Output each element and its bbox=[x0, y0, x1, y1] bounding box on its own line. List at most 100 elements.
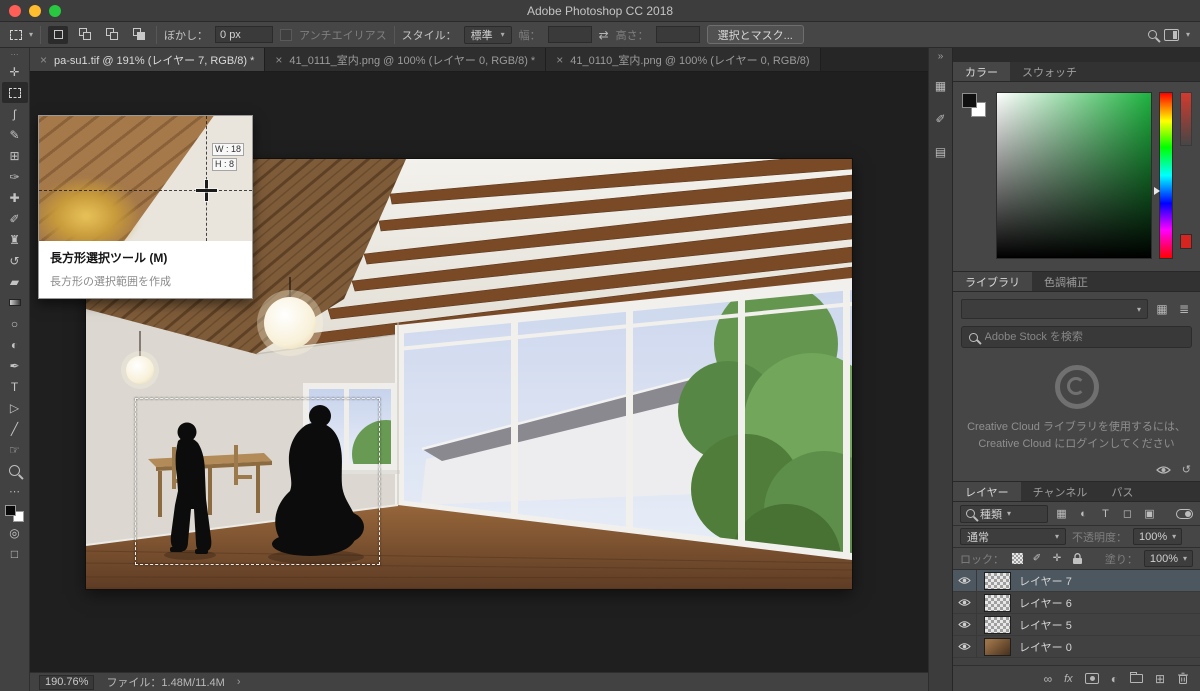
tab-color[interactable]: カラー bbox=[953, 62, 1010, 81]
close-window-button[interactable] bbox=[9, 4, 21, 17]
library-search-input[interactable] bbox=[984, 331, 1184, 343]
rectangular-marquee-tool[interactable] bbox=[1, 82, 28, 103]
list-view-icon[interactable]: ≣ bbox=[1176, 302, 1192, 316]
chevron-down-icon[interactable]: ▾ bbox=[1186, 30, 1190, 39]
foreground-color-chip[interactable] bbox=[962, 93, 977, 108]
tab-layers[interactable]: レイヤー bbox=[953, 482, 1021, 501]
path-selection-tool[interactable]: ▷ bbox=[2, 397, 28, 418]
close-tab-icon[interactable]: × bbox=[556, 53, 563, 67]
hue-slider[interactable] bbox=[1154, 92, 1173, 259]
layer-visibility-toggle[interactable] bbox=[953, 614, 977, 635]
pen-tool[interactable]: ✒ bbox=[2, 355, 28, 376]
filter-type-layers-icon[interactable]: T bbox=[1097, 506, 1114, 522]
lock-position-icon[interactable]: ✛ bbox=[1050, 552, 1064, 566]
layer-visibility-toggle[interactable] bbox=[953, 636, 977, 657]
zoom-level-field[interactable]: 190.76% bbox=[39, 674, 95, 690]
dodge-tool[interactable]: ◐ bbox=[2, 334, 28, 355]
tool-preset-arrow-icon[interactable]: ▾ bbox=[29, 30, 33, 39]
layer-thumbnail[interactable] bbox=[984, 637, 1011, 656]
history-brush-tool[interactable]: ↺ bbox=[2, 250, 28, 271]
opacity-select[interactable]: 100% ▾ bbox=[1133, 528, 1183, 545]
collapsed-panel-icon-2[interactable]: ✐ bbox=[932, 110, 950, 128]
lock-pixels-icon[interactable]: ✐ bbox=[1030, 552, 1044, 566]
sync-icon[interactable]: ↺ bbox=[1182, 463, 1191, 476]
eye-icon[interactable] bbox=[1155, 465, 1171, 475]
rectangle-tool[interactable]: ╱ bbox=[2, 418, 28, 439]
blend-mode-select[interactable]: 通常 ▾ bbox=[960, 528, 1066, 545]
type-tool[interactable]: T bbox=[2, 376, 28, 397]
foreground-background-colors[interactable] bbox=[5, 505, 24, 522]
document-tab[interactable]: × pa-su1.tif @ 191% (レイヤー 7, RGB/8) * bbox=[30, 48, 266, 71]
new-selection-mode-button[interactable] bbox=[48, 25, 69, 44]
select-and-mask-button[interactable]: 選択とマスク... bbox=[706, 25, 804, 44]
close-tab-icon[interactable]: × bbox=[275, 53, 282, 67]
style-select[interactable]: 標準 ▾ bbox=[463, 25, 512, 44]
warning-color-swatch[interactable] bbox=[1180, 234, 1192, 249]
layer-name[interactable]: レイヤー 6 bbox=[1019, 595, 1072, 611]
color-ramp-gradient[interactable] bbox=[1180, 92, 1192, 146]
layer-name[interactable]: レイヤー 5 bbox=[1019, 617, 1072, 633]
status-options-icon[interactable]: › bbox=[237, 676, 241, 688]
new-group-icon[interactable] bbox=[1129, 672, 1143, 683]
add-to-selection-mode-button[interactable] bbox=[75, 26, 95, 44]
foreground-color-swatch[interactable] bbox=[5, 505, 16, 516]
layer-style-icon[interactable]: fx bbox=[1064, 673, 1073, 685]
library-select[interactable]: ▾ bbox=[961, 299, 1148, 319]
hue-slider-marker[interactable] bbox=[1154, 187, 1160, 196]
screen-mode-button[interactable]: □ bbox=[2, 543, 28, 564]
layer-visibility-toggle[interactable] bbox=[953, 592, 977, 613]
feather-input[interactable] bbox=[215, 26, 274, 43]
lock-transparency-icon[interactable] bbox=[1011, 553, 1023, 564]
lock-all-icon[interactable] bbox=[1070, 552, 1084, 566]
layer-thumbnail[interactable] bbox=[984, 571, 1011, 590]
zoom-window-button[interactable] bbox=[49, 4, 61, 17]
intersect-selection-mode-button[interactable] bbox=[129, 26, 149, 44]
crop-tool[interactable]: ⊞ bbox=[2, 145, 28, 166]
layer-filter-select[interactable]: 種類 ▾ bbox=[960, 504, 1048, 523]
new-layer-icon[interactable]: ⊞ bbox=[1155, 672, 1165, 686]
collapsed-panel-icon-1[interactable]: ▦ bbox=[932, 77, 950, 95]
workspace-switcher-icon[interactable] bbox=[1163, 28, 1179, 41]
eyedropper-tool[interactable]: ✑ bbox=[2, 166, 28, 187]
search-icon[interactable] bbox=[1147, 30, 1157, 39]
delete-layer-icon[interactable] bbox=[1177, 672, 1189, 685]
close-tab-icon[interactable]: × bbox=[40, 53, 47, 67]
layer-thumbnail[interactable] bbox=[984, 615, 1011, 634]
zoom-tool[interactable] bbox=[2, 460, 28, 481]
tab-channels[interactable]: チャンネル bbox=[1021, 482, 1100, 501]
add-mask-icon[interactable] bbox=[1084, 673, 1099, 684]
document-tab[interactable]: × 41_0111_室内.png @ 100% (レイヤー 0, RGB/8) … bbox=[265, 48, 547, 71]
layer-row[interactable]: レイヤー 7 bbox=[953, 570, 1200, 592]
edit-toolbar-icon[interactable]: ⋯ bbox=[9, 485, 20, 498]
hand-tool[interactable]: ☞ bbox=[2, 439, 28, 460]
layer-thumbnail[interactable] bbox=[984, 593, 1011, 612]
collapse-panels-icon[interactable]: » bbox=[938, 51, 944, 62]
move-tool[interactable]: ✛ bbox=[2, 61, 28, 82]
filter-toggle-icon[interactable] bbox=[1176, 508, 1193, 519]
blur-tool[interactable]: ○ bbox=[2, 313, 28, 334]
width-input[interactable] bbox=[547, 26, 592, 43]
filter-smart-object-icon[interactable]: ▣ bbox=[1141, 506, 1158, 522]
minimize-window-button[interactable] bbox=[29, 4, 41, 17]
clone-stamp-tool[interactable]: ♜ bbox=[2, 229, 28, 250]
tab-swatches[interactable]: スウォッチ bbox=[1010, 62, 1089, 81]
tab-paths[interactable]: パス bbox=[1099, 482, 1145, 501]
tab-libraries[interactable]: ライブラリ bbox=[953, 272, 1032, 291]
current-tool-icon[interactable] bbox=[10, 29, 22, 40]
quick-mask-button[interactable]: ◎ bbox=[2, 522, 28, 543]
layer-row[interactable]: レイヤー 6 bbox=[953, 592, 1200, 614]
library-search[interactable] bbox=[961, 326, 1192, 348]
layer-name[interactable]: レイヤー 7 bbox=[1019, 573, 1072, 589]
fill-select[interactable]: 100% ▾ bbox=[1143, 550, 1193, 567]
layer-row[interactable]: レイヤー 0 bbox=[953, 636, 1200, 658]
layer-row[interactable]: レイヤー 5 bbox=[953, 614, 1200, 636]
adjustment-layer-icon[interactable]: ◐ bbox=[1111, 672, 1118, 686]
antialias-checkbox[interactable] bbox=[280, 28, 293, 41]
gradient-tool[interactable] bbox=[2, 292, 28, 313]
subtract-from-selection-mode-button[interactable] bbox=[102, 26, 122, 44]
filter-pixel-layers-icon[interactable]: ▦ bbox=[1053, 506, 1070, 522]
swap-dimensions-icon[interactable]: ⇄ bbox=[599, 28, 609, 42]
lasso-tool[interactable]: ʃ bbox=[2, 103, 28, 124]
link-layers-icon[interactable]: ∞ bbox=[1044, 672, 1053, 686]
quick-selection-tool[interactable]: ✎ bbox=[2, 124, 28, 145]
